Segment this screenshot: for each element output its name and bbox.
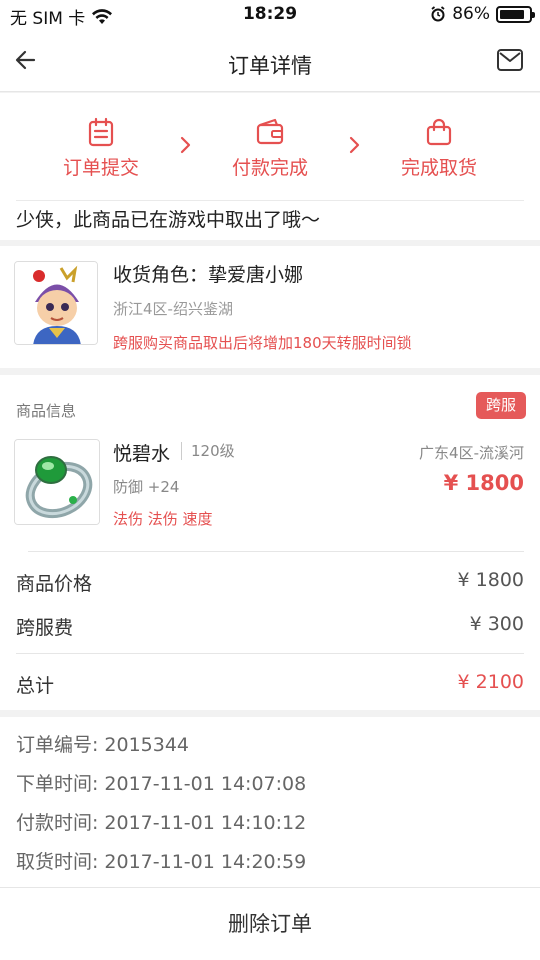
item-server: 广东4区-流溪河	[419, 444, 524, 462]
battery-icon	[496, 5, 535, 23]
fee-value: ¥ 300	[469, 613, 524, 635]
goods-section-title: 商品信息	[16, 402, 77, 420]
alarm-clock-icon	[431, 6, 445, 22]
divider	[28, 551, 524, 552]
character-avatar-image	[15, 262, 97, 344]
total-value: ¥ 2100	[457, 671, 524, 693]
role-avatar	[14, 261, 98, 345]
order-picked-row: 取货时间: 2017-11-01 14:20:59	[0, 849, 540, 888]
order-placed-value: 2017-11-01 14:07:08	[104, 773, 307, 795]
order-progress: 订单提交 付款完成 完成取货	[0, 93, 540, 200]
clipboard-icon	[88, 117, 114, 147]
battery-percent: 86%	[452, 4, 490, 24]
page-title: 订单详情	[228, 54, 312, 78]
step-pickup-complete: 完成取货	[359, 117, 519, 180]
step-label: 付款完成	[231, 157, 308, 179]
pickup-notice: 少侠，此商品已在游戏中取出了哦～	[0, 200, 540, 240]
role-server: 浙江4区-绍兴鉴湖	[113, 300, 233, 318]
jade-ring-image	[15, 440, 99, 524]
order-number-value: 2015344	[104, 734, 190, 756]
shopping-bag-icon	[426, 118, 452, 146]
role-label: 收货角色：	[113, 264, 209, 286]
cross-server-fee-row: 跨服费 ¥ 300	[16, 613, 524, 640]
item-image	[14, 439, 100, 525]
delete-order-button[interactable]: 删除订单	[0, 887, 540, 960]
step-order-submitted: 订单提交	[21, 117, 181, 180]
order-info-card: 订单编号: 2015344 下单时间: 2017-11-01 14:07:08 付款…	[0, 717, 540, 887]
divider	[16, 653, 524, 654]
order-paid-row: 付款时间: 2017-11-01 14:10:12	[0, 810, 540, 849]
step-label: 完成取货	[400, 157, 477, 179]
order-placed-row: 下单时间: 2017-11-01 14:07:08	[0, 771, 540, 810]
goods-info-card: 商品信息 跨服 悦碧水 120级 广东4区-流溪河 防御 +24 ¥ 1800 …	[0, 375, 540, 710]
order-placed-label: 下单时间:	[16, 773, 99, 795]
order-paid-label: 付款时间:	[16, 812, 99, 834]
status-bar: 无 SIM 卡 18:29 86%	[0, 0, 540, 30]
item-price: ¥ 1800	[443, 471, 524, 495]
item-name: 悦碧水	[113, 443, 171, 465]
order-picked-value: 2017-11-01 14:20:59	[104, 851, 307, 873]
transfer-lock-warning: 跨服购买商品取出后将增加180天转服时间锁	[113, 334, 412, 352]
wallet-icon	[256, 118, 284, 145]
battery-fill	[500, 9, 525, 19]
goods-price-label: 商品价格	[16, 573, 93, 595]
total-row: 总计 ¥ 2100	[16, 671, 524, 698]
role-title: 收货角色：挚爱唐小娜	[113, 260, 303, 287]
item-attributes: 法伤 法伤 速度	[113, 510, 213, 528]
step-payment-complete: 付款完成	[190, 117, 350, 180]
order-paid-value: 2017-11-01 14:10:12	[104, 812, 307, 834]
receiving-role-card: 收货角色：挚爱唐小娜 浙江4区-绍兴鉴湖 跨服购买商品取出后将增加180天转服时…	[0, 246, 540, 368]
goods-price-value: ¥ 1800	[457, 569, 524, 591]
status-right: 86%	[430, 4, 535, 24]
mail-icon[interactable]	[496, 48, 524, 72]
fee-label: 跨服费	[16, 617, 74, 639]
order-number-label: 订单编号:	[16, 734, 99, 756]
role-name: 挚爱唐小娜	[208, 264, 304, 286]
item-level: 120级	[181, 442, 235, 460]
nav-bar: 订单详情	[0, 30, 540, 92]
order-picked-label: 取货时间:	[16, 851, 99, 873]
cross-server-badge: 跨服	[475, 392, 526, 419]
step-label: 订单提交	[62, 157, 139, 179]
order-number-row: 订单编号: 2015344	[0, 732, 540, 771]
item-stat: 防御 +24	[113, 478, 180, 496]
goods-price-row: 商品价格 ¥ 1800	[16, 569, 524, 596]
total-label: 总计	[16, 675, 55, 697]
